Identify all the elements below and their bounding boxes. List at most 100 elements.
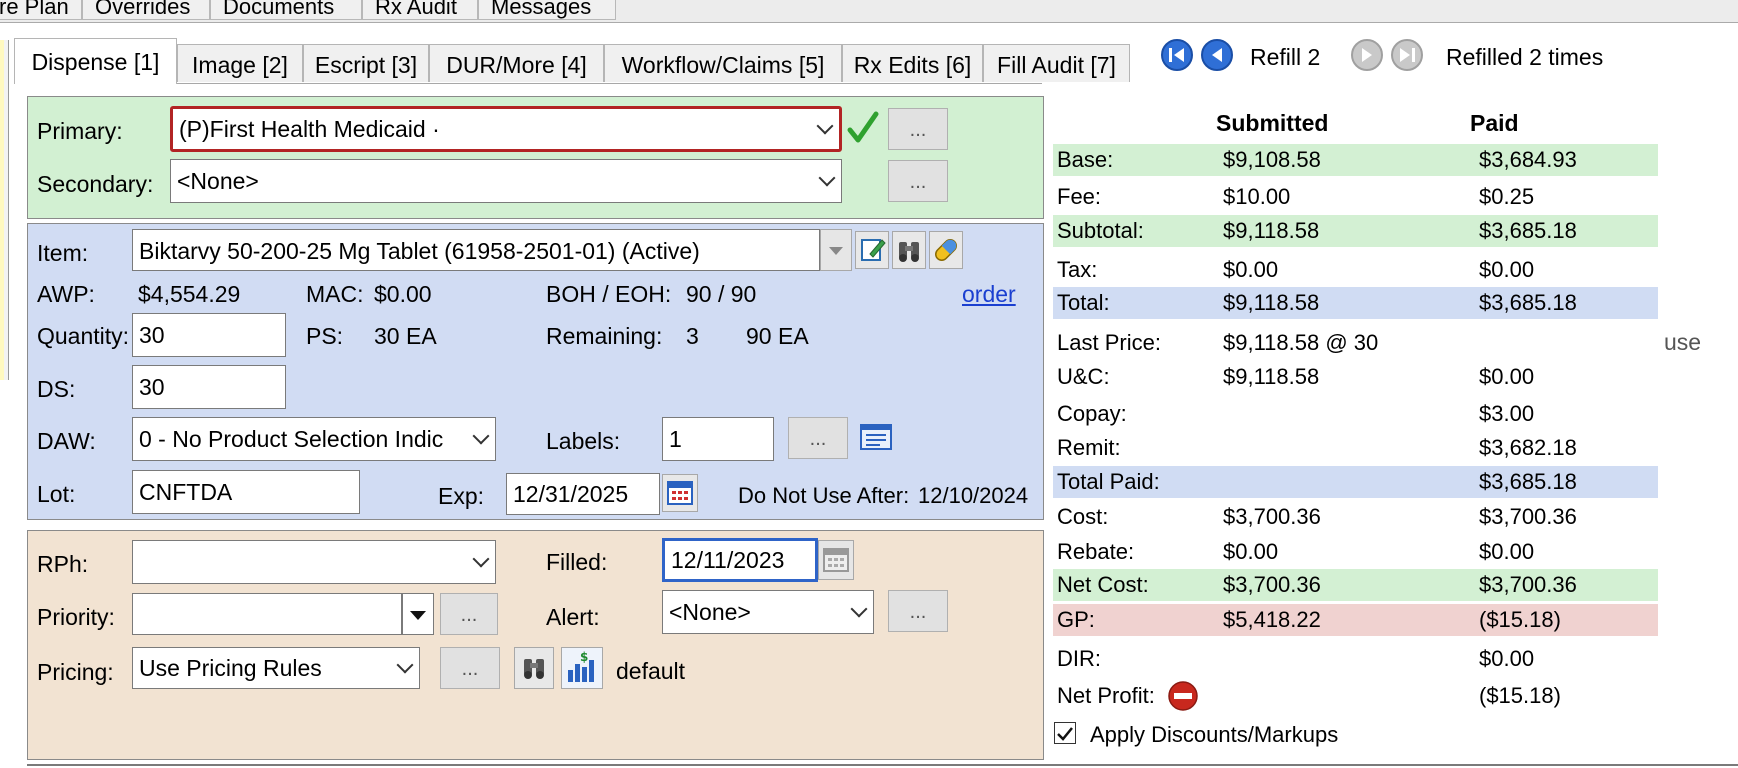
- calendar-icon[interactable]: [662, 474, 698, 512]
- pricing-select[interactable]: Use Pricing Rules: [132, 647, 420, 689]
- last-refill-icon[interactable]: [1390, 38, 1424, 72]
- financial-row-submitted: $0.00: [1223, 539, 1279, 564]
- alert-more-button[interactable]: ...: [888, 590, 948, 632]
- financial-row: Fee: $10.00 $0.25: [1053, 181, 1658, 213]
- calendar-icon[interactable]: [818, 540, 854, 580]
- financial-row: Total: $9,118.58 $3,685.18: [1053, 287, 1658, 319]
- financial-row-label: Remit:: [1057, 435, 1121, 460]
- exp-date-field[interactable]: 12/31/2025: [506, 473, 660, 515]
- item-dropdown-button[interactable]: [820, 229, 852, 271]
- top-tab-documents[interactable]: Documents: [210, 0, 362, 20]
- svg-text:$: $: [580, 650, 588, 664]
- left-edge-highlight: [0, 40, 4, 380]
- pill-icon[interactable]: [929, 231, 963, 269]
- edit-note-icon[interactable]: [855, 231, 889, 269]
- ps-value: 30 EA: [374, 323, 437, 349]
- labels-label: Labels:: [546, 428, 621, 454]
- financial-row-submitted: $3,700.36: [1223, 572, 1321, 597]
- financial-row-paid: $3,682.18: [1479, 435, 1577, 460]
- financial-row-submitted: $10.00: [1223, 184, 1291, 209]
- financial-row-paid: $0.00: [1479, 539, 1535, 564]
- financial-row-label: Net Profit:: [1057, 683, 1155, 708]
- remaining-value: 3: [686, 323, 699, 349]
- pricing-more-button[interactable]: ...: [440, 647, 500, 689]
- top-tab-rx-audit[interactable]: Rx Audit: [362, 0, 478, 20]
- top-tab-overrides[interactable]: Overrides: [82, 0, 210, 20]
- tab-fill-audit[interactable]: Fill Audit [7]: [983, 44, 1130, 82]
- financial-row-submitted: $3,700.36: [1223, 504, 1321, 529]
- order-link[interactable]: order: [962, 281, 1016, 308]
- chevron-down-icon: [472, 427, 490, 445]
- financial-row-paid: $3,700.36: [1479, 572, 1577, 597]
- financial-row: Net Profit: ($15.18): [1053, 680, 1658, 712]
- awp-value: $4,554.29: [138, 281, 241, 307]
- lot-label: Lot:: [37, 481, 76, 507]
- chevron-down-icon: [816, 117, 834, 135]
- do-not-use-after-label: Do Not Use After:: [738, 483, 910, 508]
- binoculars-icon[interactable]: [892, 231, 926, 269]
- price-chart-icon[interactable]: $: [561, 647, 603, 689]
- financial-row-label: Fee:: [1057, 184, 1102, 209]
- item-label: Item:: [37, 240, 89, 266]
- financial-row-paid: $3,685.18: [1479, 469, 1577, 494]
- exp-label: Exp:: [438, 483, 485, 509]
- tab-rx-edits[interactable]: Rx Edits [6]: [842, 44, 983, 82]
- awp-label: AWP:: [37, 281, 95, 307]
- label-print-icon[interactable]: [858, 420, 894, 454]
- primary-plan-select[interactable]: (P)First Health Medicaid ·: [170, 106, 842, 152]
- first-refill-icon[interactable]: [1160, 38, 1194, 72]
- financial-row: Net Cost: $3,700.36 $3,700.36: [1053, 569, 1658, 601]
- tab-escript[interactable]: Escript [3]: [303, 44, 429, 82]
- filled-date-field[interactable]: 12/11/2023: [662, 538, 818, 582]
- item-field[interactable]: Biktarvy 50-200-25 Mg Tablet (61958-2501…: [132, 229, 820, 271]
- next-refill-icon[interactable]: [1350, 38, 1384, 72]
- financial-row-label: Total Paid:: [1057, 469, 1160, 494]
- tab-image[interactable]: Image [2]: [177, 44, 303, 82]
- boh-eoh-label: BOH / EOH:: [546, 281, 672, 307]
- primary-more-button[interactable]: ...: [888, 108, 948, 150]
- financial-row: Subtotal: $9,118.58 $3,685.18: [1053, 215, 1658, 247]
- remaining-units: 90 EA: [746, 323, 809, 349]
- priority-field[interactable]: [132, 593, 402, 635]
- binoculars-icon[interactable]: [514, 647, 554, 689]
- mac-value: $0.00: [374, 281, 432, 307]
- financial-row-submitted: $9,118.58: [1223, 218, 1320, 243]
- priority-more-button[interactable]: ...: [440, 593, 498, 635]
- pricing-value: Use Pricing Rules: [139, 655, 322, 681]
- financial-row-paid: ($15.18): [1479, 607, 1561, 632]
- rph-select[interactable]: [132, 540, 496, 584]
- financial-row-label: Tax:: [1057, 257, 1098, 282]
- secondary-plan-value: <None>: [177, 168, 259, 194]
- financial-row: U&C: $9,118.58 $0.00: [1053, 361, 1658, 393]
- rph-label: RPh:: [37, 551, 89, 577]
- financial-row-label: GP:: [1057, 607, 1095, 632]
- labels-field[interactable]: 1: [662, 417, 774, 461]
- apply-discounts-checkbox[interactable]: [1054, 722, 1076, 744]
- financial-row: Copay: $3.00: [1053, 398, 1658, 430]
- primary-label: Primary:: [37, 118, 123, 144]
- top-tab-care-plan[interactable]: re Plan: [0, 0, 82, 20]
- previous-refill-icon[interactable]: [1200, 38, 1234, 72]
- alert-label: Alert:: [546, 604, 600, 630]
- lot-field[interactable]: CNFTDA: [132, 470, 360, 514]
- alert-value: <None>: [669, 599, 751, 625]
- use-link[interactable]: use: [1664, 329, 1701, 356]
- refill-label: Refill 2: [1250, 44, 1321, 70]
- financial-row: Rebate: $0.00 $0.00: [1053, 536, 1658, 568]
- financial-row-submitted: $9,108.58: [1223, 147, 1321, 172]
- daw-select[interactable]: 0 - No Product Selection Indic: [132, 417, 496, 461]
- tab-workflow-claims[interactable]: Workflow/Claims [5]: [604, 44, 842, 82]
- priority-dropdown-button[interactable]: [402, 593, 434, 635]
- labels-more-button[interactable]: ...: [788, 417, 848, 459]
- financial-row-label: Net Cost:: [1057, 572, 1149, 597]
- financial-row-label: Rebate:: [1057, 539, 1135, 564]
- quantity-field[interactable]: 30: [132, 313, 286, 357]
- secondary-plan-select[interactable]: <None>: [170, 159, 842, 203]
- alert-select[interactable]: <None>: [662, 590, 874, 634]
- tab-dur-more[interactable]: DUR/More [4]: [429, 44, 604, 82]
- financial-row: Last Price: $9,118.58 @ 30: [1053, 327, 1658, 359]
- ds-field[interactable]: 30: [132, 365, 286, 409]
- tab-dispense[interactable]: Dispense [1]: [14, 38, 177, 84]
- top-tab-messages[interactable]: Messages: [478, 0, 616, 20]
- secondary-more-button[interactable]: ...: [888, 160, 948, 202]
